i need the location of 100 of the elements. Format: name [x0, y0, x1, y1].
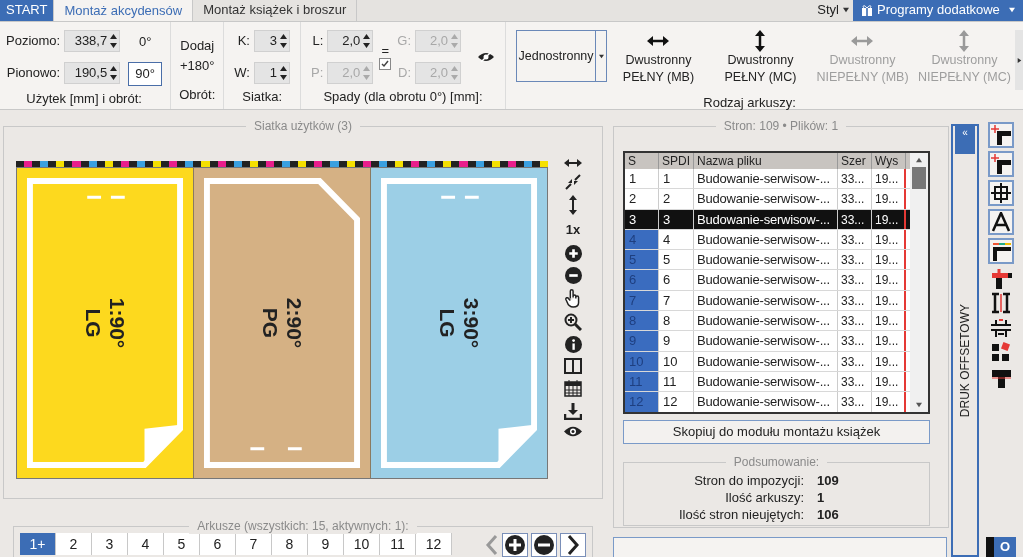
- print-item[interactable]: 1:90° LG: [17, 168, 194, 478]
- item-label: PG: [258, 307, 282, 339]
- item-label: 3:90°: [459, 297, 483, 349]
- table-cell: 4: [659, 229, 694, 250]
- scroll-thumb[interactable]: [912, 167, 926, 189]
- sheet-tab[interactable]: 11: [380, 533, 416, 555]
- calendar-icon[interactable]: [564, 378, 582, 397]
- sheet-tab[interactable]: 8: [272, 533, 308, 555]
- register-mark-icon[interactable]: [988, 180, 1014, 206]
- table-cell: Budowanie-serwisow-...: [694, 371, 838, 392]
- spinner-icon[interactable]: [109, 65, 119, 81]
- sheet-tab[interactable]: 7: [236, 533, 272, 555]
- number-field[interactable]: 190,5: [64, 62, 121, 84]
- arrow-up-icon: [916, 157, 922, 163]
- hide-icon[interactable]: [477, 51, 495, 63]
- print-item[interactable]: 2:90° PG: [194, 168, 371, 478]
- next-icon[interactable]: [560, 533, 586, 557]
- table-row[interactable]: 2 2 Budowanie-serwisow-... 33... 19...: [625, 189, 910, 210]
- fit-height-icon[interactable]: [567, 195, 579, 215]
- sheet-type-button[interactable]: Dwustronny PEŁNY (MB): [607, 30, 710, 86]
- ribbon-tab[interactable]: Montaż książek i broszur: [193, 0, 358, 21]
- t-mark-icon[interactable]: [990, 367, 1012, 389]
- number-field[interactable]: 2,0: [327, 30, 374, 52]
- sheet-tab[interactable]: 10: [344, 533, 380, 555]
- copy-button[interactable]: Skopiuj do modułu montażu książek: [623, 420, 930, 444]
- table-row[interactable]: 7 7 Budowanie-serwisow-... 33... 19...: [625, 290, 910, 312]
- number-field[interactable]: 338,7: [64, 30, 121, 52]
- letter-icon[interactable]: [988, 209, 1014, 235]
- table-cell: 33...: [838, 351, 872, 371]
- zoom-level[interactable]: 1x: [565, 220, 581, 240]
- corner-mark-icon[interactable]: [988, 151, 1014, 177]
- zoom-out-icon[interactable]: [564, 266, 582, 284]
- sheet-type-button[interactable]: Dwustronny PEŁNY (MC): [709, 30, 812, 86]
- start-tab[interactable]: START: [0, 0, 54, 21]
- crop-mark-icon[interactable]: [988, 122, 1014, 148]
- shrink-icon[interactable]: [565, 174, 581, 190]
- side-tab[interactable]: « DRUK OFFSETOWY: [951, 124, 979, 557]
- sheet-tab[interactable]: 3: [92, 533, 128, 555]
- spinner-icon[interactable]: [109, 33, 119, 49]
- table-row[interactable]: 3 3 Budowanie-serwisow-... 33... 19...: [625, 209, 910, 230]
- table-cell: 33...: [838, 189, 872, 209]
- hand-icon[interactable]: [564, 288, 582, 308]
- link-checkbox[interactable]: [379, 58, 392, 70]
- add-rotation-button[interactable]: Dodaj +180°: [180, 36, 215, 76]
- spinner-icon[interactable]: [362, 33, 372, 49]
- magnifier-icon[interactable]: [564, 312, 582, 331]
- table-cell: 6: [625, 270, 659, 290]
- table-row[interactable]: 11 11 Budowanie-serwisow-... 33... 19...: [625, 371, 910, 393]
- table-cell: 4: [625, 229, 659, 250]
- fold-marks-icon[interactable]: [990, 317, 1012, 339]
- sheet-tab[interactable]: 4: [128, 533, 164, 555]
- print-item[interactable]: 3:90° LG: [371, 168, 547, 478]
- color-bar-icon[interactable]: [988, 238, 1014, 264]
- number-field[interactable]: 1: [254, 62, 290, 84]
- scrollbar[interactable]: [910, 153, 928, 412]
- split-view-icon[interactable]: [564, 357, 582, 374]
- cross-mark-icon[interactable]: [990, 267, 1012, 289]
- table-cell: Budowanie-serwisow-...: [694, 250, 838, 270]
- caret-icon: [1009, 7, 1015, 13]
- ribbon-tab[interactable]: Montaż akcydensów: [53, 0, 194, 21]
- addons-menu[interactable]: Programy dodatkowe: [853, 0, 1023, 21]
- table-cell: 7: [625, 290, 659, 311]
- style-menu[interactable]: Styl: [813, 0, 853, 21]
- table-row[interactable]: 8 8 Budowanie-serwisow-... 33... 19...: [625, 311, 910, 332]
- table-row[interactable]: 6 6 Budowanie-serwisow-... 33... 19...: [625, 270, 910, 291]
- sheet-tab[interactable]: 2: [56, 533, 92, 555]
- add-sheet-icon[interactable]: [502, 533, 528, 557]
- eye-icon[interactable]: [563, 424, 583, 438]
- page-outline-icon: [380, 177, 538, 469]
- remove-sheet-icon[interactable]: [531, 533, 557, 557]
- table-row[interactable]: 9 9 Budowanie-serwisow-... 33... 19...: [625, 331, 910, 352]
- squares-icon[interactable]: [990, 342, 1012, 364]
- sheet-tab[interactable]: 1+: [20, 533, 56, 555]
- table-cell: Budowanie-serwisow-...: [694, 270, 838, 290]
- table-cell: 19...: [872, 209, 906, 229]
- table-row[interactable]: 1 1 Budowanie-serwisow-... 33... 19...: [625, 169, 910, 190]
- table-cell: 33...: [838, 169, 872, 189]
- spinner-icon[interactable]: [279, 65, 288, 81]
- collapse-button[interactable]: «: [955, 126, 975, 154]
- rotation-option[interactable]: 0°: [128, 30, 163, 54]
- info-icon[interactable]: [564, 335, 582, 353]
- rotation-option[interactable]: 90°: [128, 62, 163, 86]
- table-cell: 10: [625, 351, 659, 371]
- sheet-tab[interactable]: 5: [164, 533, 200, 555]
- download-icon[interactable]: [564, 401, 582, 420]
- table-row[interactable]: 10 10 Budowanie-serwisow-... 33... 19...: [625, 351, 910, 372]
- table-cell: 2: [659, 189, 694, 209]
- sheet-tab[interactable]: 6: [200, 533, 236, 555]
- sheet-tab[interactable]: 12: [416, 533, 452, 555]
- horizontal-arrow-icon: [647, 36, 670, 46]
- sheet-tab[interactable]: 9: [308, 533, 344, 555]
- number-field[interactable]: 3: [254, 30, 290, 52]
- table-cell: Budowanie-serwisow-...: [694, 331, 838, 351]
- bracket-marks-icon[interactable]: [990, 292, 1012, 314]
- table-row[interactable]: 4 4 Budowanie-serwisow-... 33... 19...: [625, 229, 910, 251]
- fit-width-icon[interactable]: [564, 157, 582, 169]
- table-row[interactable]: 5 5 Budowanie-serwisow-... 33... 19...: [625, 250, 910, 271]
- sheet-type-dropdown[interactable]: Jednostronny: [516, 30, 608, 82]
- spinner-icon[interactable]: [279, 33, 288, 49]
- zoom-in-icon[interactable]: [564, 244, 582, 262]
